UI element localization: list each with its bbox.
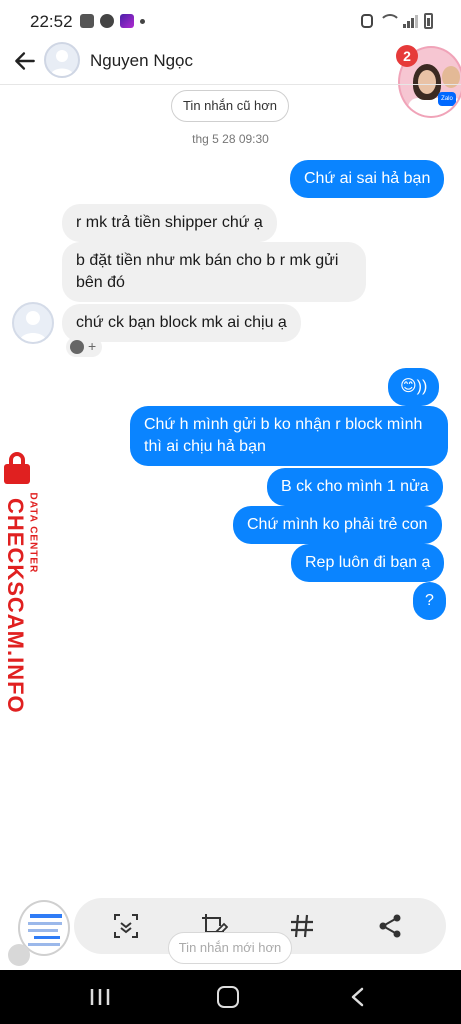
share-icon[interactable] — [376, 912, 404, 940]
lock-icon — [4, 452, 30, 484]
message-bubble-incoming[interactable]: r mk trả tiền shipper chứ ạ — [62, 204, 277, 242]
hashtag-icon[interactable] — [288, 912, 316, 940]
back-icon[interactable] — [348, 987, 368, 1007]
unread-badge: 2 — [396, 45, 418, 67]
scroll-down-icon[interactable] — [8, 944, 30, 966]
message-bubble-outgoing[interactable]: Chứ mình ko phải trẻ con — [233, 506, 442, 544]
arrow-left-icon[interactable] — [12, 48, 38, 74]
chat-head-photo-face — [418, 70, 436, 94]
watermark-title: CHECKSCAM.INFO — [3, 498, 28, 714]
home-icon[interactable] — [217, 986, 239, 1008]
scroll-capture-icon[interactable] — [112, 912, 140, 940]
checkscam-watermark: DATA CENTER CHECKSCAM.INFO — [0, 452, 60, 714]
battery-icon — [424, 13, 433, 29]
chat-header: Nguyen Ngọc — [0, 40, 461, 84]
signal-icon — [403, 14, 418, 28]
watermark-subtitle: DATA CENTER — [27, 492, 39, 574]
message-bubble-outgoing[interactable]: 😊)) — [388, 368, 440, 406]
reaction-bar[interactable]: + — [66, 337, 102, 357]
default-avatar-icon — [19, 311, 47, 342]
smile-icon[interactable] — [70, 340, 84, 354]
message-timestamp: thg 5 28 09:30 — [192, 132, 269, 146]
dot-icon — [140, 18, 145, 24]
system-nav-bar — [0, 970, 461, 1024]
game-icon — [120, 14, 134, 28]
contact-avatar[interactable] — [44, 42, 80, 78]
newer-messages-button[interactable]: Tin nhắn mới hơn — [168, 932, 292, 964]
status-system-icons — [361, 13, 433, 29]
header-divider — [0, 84, 461, 85]
status-bar: 22:52 — [0, 0, 461, 44]
status-notification-icons — [80, 14, 145, 28]
message-bubble-outgoing[interactable]: Rep luôn đi bạn ạ — [291, 544, 445, 582]
older-messages-button[interactable]: Tin nhắn cũ hơn — [171, 90, 289, 122]
message-bubble-outgoing[interactable]: ? — [413, 582, 446, 620]
gallery-icon — [80, 14, 94, 28]
message-bubble-outgoing[interactable]: B ck cho mình 1 nửa — [267, 468, 443, 506]
sender-avatar[interactable] — [12, 302, 54, 344]
message-bubble-incoming[interactable]: b đặt tiền như mk bán cho b r mk gửi bên… — [62, 242, 366, 302]
contact-name[interactable]: Nguyen Ngọc — [90, 51, 193, 71]
default-avatar-icon — [50, 50, 74, 76]
status-time: 22:52 — [30, 12, 73, 31]
messenger-icon — [100, 14, 114, 28]
alarm-icon — [361, 14, 373, 28]
recent-apps-icon[interactable] — [89, 988, 111, 1006]
message-bubble-outgoing[interactable]: Chứ h mình gửi b ko nhận r block mình th… — [130, 406, 448, 466]
plus-icon[interactable]: + — [88, 338, 96, 354]
zalo-icon: Zalo — [438, 92, 456, 106]
wifi-icon — [379, 14, 401, 28]
message-bubble-incoming[interactable]: chứ ck bạn block mk ai chịu ạ — [62, 304, 301, 342]
message-bubble-outgoing[interactable]: Chứ ai sai hả bạn — [290, 160, 445, 198]
